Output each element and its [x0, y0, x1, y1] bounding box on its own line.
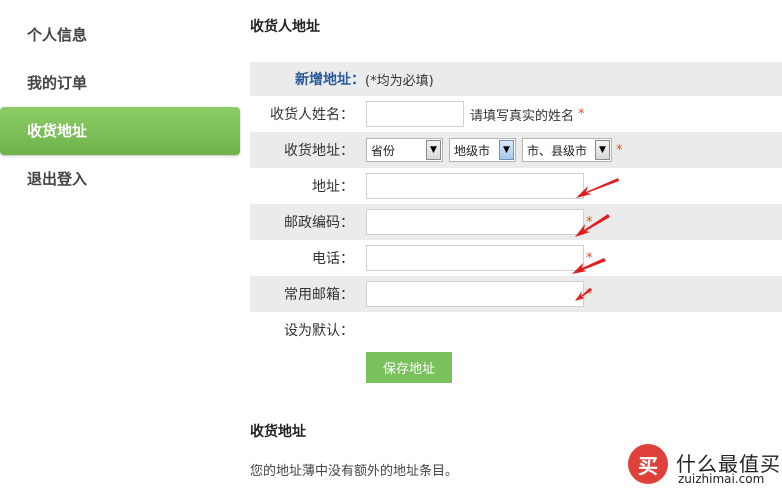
- city-select-value: 地级市: [454, 143, 491, 158]
- sidebar-item-my-orders[interactable]: 我的订单: [0, 59, 240, 107]
- email-input[interactable]: [366, 281, 584, 307]
- required-mark: *: [616, 142, 623, 158]
- required-mark: *: [578, 106, 585, 122]
- recipient-name-label: 收货人姓名：: [270, 107, 354, 123]
- postcode-row: 邮政编码： *: [250, 204, 782, 240]
- annotation-arrow-icon: [572, 258, 606, 274]
- chevron-down-icon: ▼: [595, 140, 610, 160]
- province-select[interactable]: 省份 ▼: [366, 138, 443, 162]
- address-row: 地址：: [250, 168, 782, 204]
- chevron-down-icon: ▼: [499, 140, 514, 160]
- chevron-down-icon: ▼: [426, 140, 441, 160]
- postcode-label: 邮政编码：: [284, 215, 354, 231]
- annotation-arrow-icon: [575, 288, 592, 301]
- region-label: 收货地址：: [284, 143, 354, 159]
- recipient-name-input[interactable]: [366, 101, 464, 127]
- phone-input[interactable]: [366, 245, 584, 271]
- email-row: 常用邮箱： *: [250, 276, 782, 312]
- province-select-value: 省份: [371, 143, 396, 158]
- watermark-logo: 买: [628, 444, 668, 484]
- watermark: 买 什么最值买 zuizhimai.com: [626, 440, 782, 493]
- save-address-button[interactable]: 保存地址: [366, 352, 452, 383]
- default-row: 设为默认：: [250, 312, 782, 348]
- region-row: 收货地址： 省份 ▼ 地级市 ▼ 市、县级市 ▼ *: [250, 132, 782, 168]
- sidebar: 个人信息 我的订单 收货地址 退出登入: [0, 11, 240, 203]
- address-list-title: 收货地址: [250, 424, 306, 440]
- address-form: 新增地址： (*均为必填) 收货人姓名： 请填写真实的姓名 * 收货地址： 省份…: [250, 62, 782, 348]
- recipient-name-hint: 请填写真实的姓名: [470, 108, 575, 124]
- watermark-url: zuizhimai.com: [678, 472, 765, 486]
- county-select[interactable]: 市、县级市 ▼: [522, 138, 612, 162]
- page-title: 收货人地址: [250, 19, 320, 35]
- county-select-value: 市、县级市: [527, 143, 588, 158]
- empty-address-message: 您的地址薄中没有额外的地址条目。: [250, 464, 459, 479]
- phone-row: 电话： *: [250, 240, 782, 276]
- annotation-arrow-icon: [576, 178, 619, 198]
- address-input[interactable]: [366, 173, 584, 199]
- phone-label: 电话：: [312, 251, 354, 267]
- required-note: (*均为必填): [365, 73, 434, 89]
- city-select[interactable]: 地级市 ▼: [449, 138, 516, 162]
- default-label: 设为默认：: [284, 323, 354, 339]
- sidebar-item-logout[interactable]: 退出登入: [0, 155, 240, 203]
- recipient-name-row: 收货人姓名： 请填写真实的姓名 *: [250, 96, 782, 132]
- sidebar-item-personal-info[interactable]: 个人信息: [0, 11, 240, 59]
- postcode-input[interactable]: [366, 209, 584, 235]
- sidebar-item-shipping-address[interactable]: 收货地址: [0, 107, 240, 155]
- new-address-heading: 新增地址：: [295, 72, 365, 88]
- annotation-arrow-icon: [575, 214, 610, 237]
- address-label: 地址：: [312, 179, 354, 195]
- form-heading-row: 新增地址： (*均为必填): [250, 62, 782, 96]
- email-label: 常用邮箱：: [284, 287, 354, 303]
